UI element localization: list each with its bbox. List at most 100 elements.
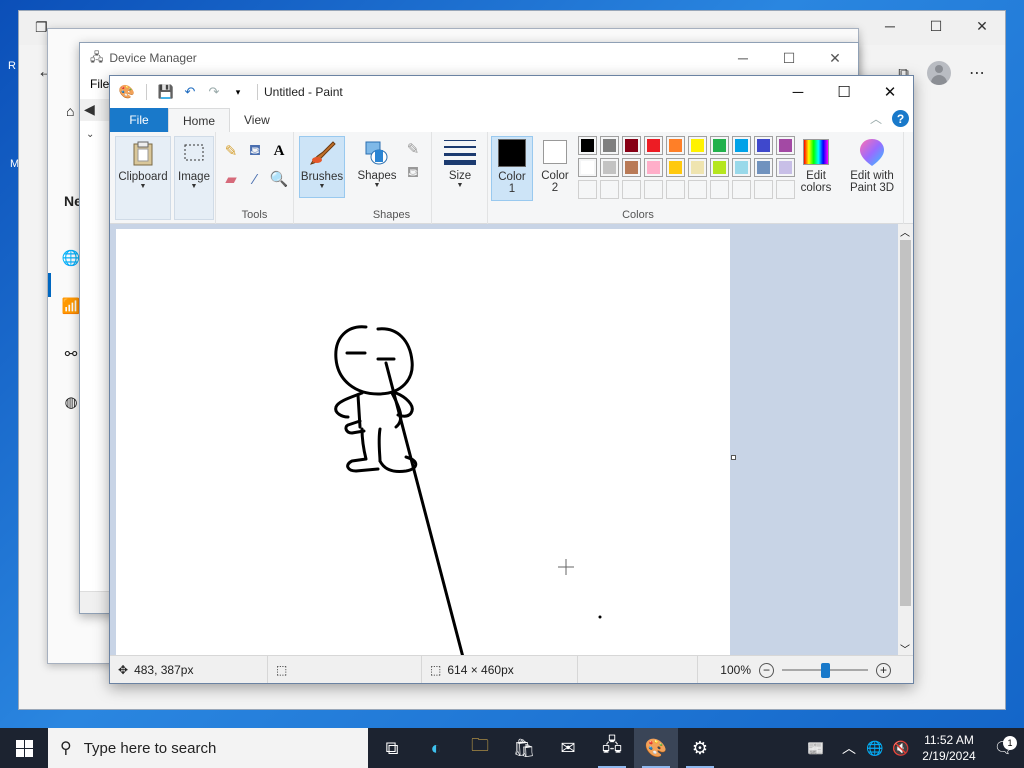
- file-explorer-icon[interactable]: 🗀: [458, 728, 502, 768]
- taskbar-search-box[interactable]: ⚲ Type here to search: [48, 728, 368, 768]
- back-icon[interactable]: ◀: [84, 101, 95, 118]
- home-icon[interactable]: ⌂: [66, 103, 74, 119]
- color-picker-icon[interactable]: ⁄: [244, 168, 266, 190]
- palette-color-swatch[interactable]: [754, 136, 773, 155]
- help-icon[interactable]: ?: [892, 110, 909, 127]
- palette-color-swatch[interactable]: [578, 158, 597, 177]
- palette-color-swatch[interactable]: [710, 136, 729, 155]
- palette-color-swatch[interactable]: [732, 136, 751, 155]
- size-button[interactable]: Size ▼: [438, 136, 482, 189]
- paint-maximize-button[interactable]: ☐: [821, 76, 867, 108]
- vertical-scrollbar[interactable]: ︿ ﹀: [898, 224, 913, 656]
- palette-color-swatch[interactable]: [622, 158, 641, 177]
- custom-color-slot[interactable]: [710, 180, 729, 199]
- custom-color-slot[interactable]: [578, 180, 597, 199]
- custom-color-slot[interactable]: [666, 180, 685, 199]
- outline-icon[interactable]: ✎: [402, 138, 424, 160]
- pencil-icon[interactable]: ✎: [220, 140, 242, 162]
- zoom-slider[interactable]: [782, 663, 868, 678]
- palette-color-swatch[interactable]: [622, 136, 641, 155]
- collapse-ribbon-icon[interactable]: ︿: [870, 110, 882, 127]
- palette-color-swatch[interactable]: [732, 158, 751, 177]
- palette-color-swatch[interactable]: [644, 136, 663, 155]
- custom-color-slot[interactable]: [600, 180, 619, 199]
- device-manager-taskbar-icon[interactable]: 🖧: [590, 728, 634, 768]
- shapes-button[interactable]: Shapes ▼: [354, 136, 400, 189]
- paint-app-icon[interactable]: 🎨: [118, 83, 136, 101]
- tab-home[interactable]: Home: [168, 108, 231, 132]
- paint-window[interactable]: 🎨 💾 ↶ ↷ ▾ Untitled - Paint ─ ☐ ✕ File Ho…: [109, 75, 914, 684]
- palette-color-swatch[interactable]: [688, 158, 707, 177]
- tab-file[interactable]: File: [110, 108, 168, 132]
- custom-color-slot[interactable]: [644, 180, 663, 199]
- customize-qat-icon[interactable]: ▾: [229, 83, 247, 101]
- dm-menu-file[interactable]: File: [90, 77, 109, 91]
- palette-color-swatch[interactable]: [600, 158, 619, 177]
- custom-color-slot[interactable]: [732, 180, 751, 199]
- custom-color-slot[interactable]: [754, 180, 773, 199]
- fill-bucket-icon[interactable]: ⛾: [244, 140, 266, 162]
- text-tool-icon[interactable]: A: [268, 140, 290, 162]
- canvas-workspace[interactable]: [110, 224, 900, 656]
- paint-title-bar[interactable]: 🎨 💾 ↶ ↷ ▾ Untitled - Paint ─ ☐ ✕: [110, 76, 913, 108]
- clock[interactable]: 11:52 AM 2/19/2024: [914, 732, 984, 764]
- palette-color-swatch[interactable]: [688, 136, 707, 155]
- drawing-canvas[interactable]: [116, 229, 736, 656]
- edit-with-paint3d-button[interactable]: Edit with Paint 3D: [844, 136, 900, 194]
- maximize-button[interactable]: ☐: [913, 11, 959, 41]
- task-view-icon[interactable]: ⧉: [370, 728, 414, 768]
- redo-icon[interactable]: ↷: [205, 83, 223, 101]
- volume-muted-icon[interactable]: 🔇: [888, 740, 914, 757]
- zoom-in-button[interactable]: +: [876, 662, 891, 678]
- palette-color-swatch[interactable]: [644, 158, 663, 177]
- paint-close-button[interactable]: ✕: [867, 76, 913, 108]
- palette-color-swatch[interactable]: [710, 158, 729, 177]
- image-button[interactable]: Image ▼: [174, 136, 214, 220]
- paint-minimize-button[interactable]: ─: [775, 76, 821, 108]
- color1-button[interactable]: Color 1: [491, 136, 533, 201]
- minimize-button[interactable]: ─: [867, 11, 913, 41]
- dm-maximize-button[interactable]: ☐: [766, 43, 812, 73]
- more-options-icon[interactable]: ⋯: [969, 63, 985, 83]
- palette-color-swatch[interactable]: [776, 158, 795, 177]
- palette-color-swatch[interactable]: [578, 136, 597, 155]
- show-hidden-icons[interactable]: ︿: [836, 738, 862, 758]
- eraser-icon[interactable]: ▰: [220, 168, 242, 190]
- notification-center-button[interactable]: 🗨 1: [984, 736, 1024, 758]
- zoom-out-button[interactable]: −: [759, 662, 774, 678]
- palette-color-swatch[interactable]: [666, 158, 685, 177]
- palette-color-swatch[interactable]: [776, 136, 795, 155]
- avatar[interactable]: [927, 61, 951, 85]
- palette-color-swatch[interactable]: [600, 136, 619, 155]
- zoom-slider-thumb[interactable]: [821, 663, 830, 678]
- start-button[interactable]: [0, 728, 48, 768]
- magnifier-icon[interactable]: 🔍: [268, 168, 290, 190]
- edit-colors-button[interactable]: Edit colors: [796, 136, 836, 194]
- dm-close-button[interactable]: ✕: [812, 43, 858, 73]
- palette-color-swatch[interactable]: [666, 136, 685, 155]
- brushes-button[interactable]: Brushes ▼: [299, 136, 345, 198]
- news-icon[interactable]: 📰: [796, 740, 836, 757]
- scrollbar-thumb[interactable]: [900, 240, 911, 606]
- tab-view[interactable]: View: [230, 108, 284, 132]
- mail-icon[interactable]: ✉: [546, 728, 590, 768]
- close-button[interactable]: ✕: [959, 11, 1005, 41]
- custom-color-slot[interactable]: [688, 180, 707, 199]
- network-icon[interactable]: 🌐: [862, 740, 888, 757]
- fill-icon[interactable]: ⛾: [402, 162, 424, 184]
- save-icon[interactable]: 💾: [157, 83, 175, 101]
- paint-taskbar-icon[interactable]: 🎨: [634, 728, 678, 768]
- palette-color-swatch[interactable]: [754, 158, 773, 177]
- clipboard-button[interactable]: Clipboard ▼: [115, 136, 171, 220]
- custom-color-slot[interactable]: [776, 180, 795, 199]
- settings-taskbar-icon[interactable]: ⚙: [678, 728, 722, 768]
- undo-icon[interactable]: ↶: [181, 83, 199, 101]
- dm-minimize-button[interactable]: ─: [720, 43, 766, 73]
- custom-color-slot[interactable]: [622, 180, 641, 199]
- store-icon[interactable]: 🛍: [502, 728, 546, 768]
- scroll-down-icon[interactable]: ﹀: [900, 641, 910, 656]
- edge-icon[interactable]: ◐: [414, 728, 458, 768]
- scroll-up-icon[interactable]: ︿: [900, 224, 910, 239]
- canvas-resize-handle[interactable]: [731, 455, 736, 460]
- color2-button[interactable]: Color 2: [536, 136, 574, 194]
